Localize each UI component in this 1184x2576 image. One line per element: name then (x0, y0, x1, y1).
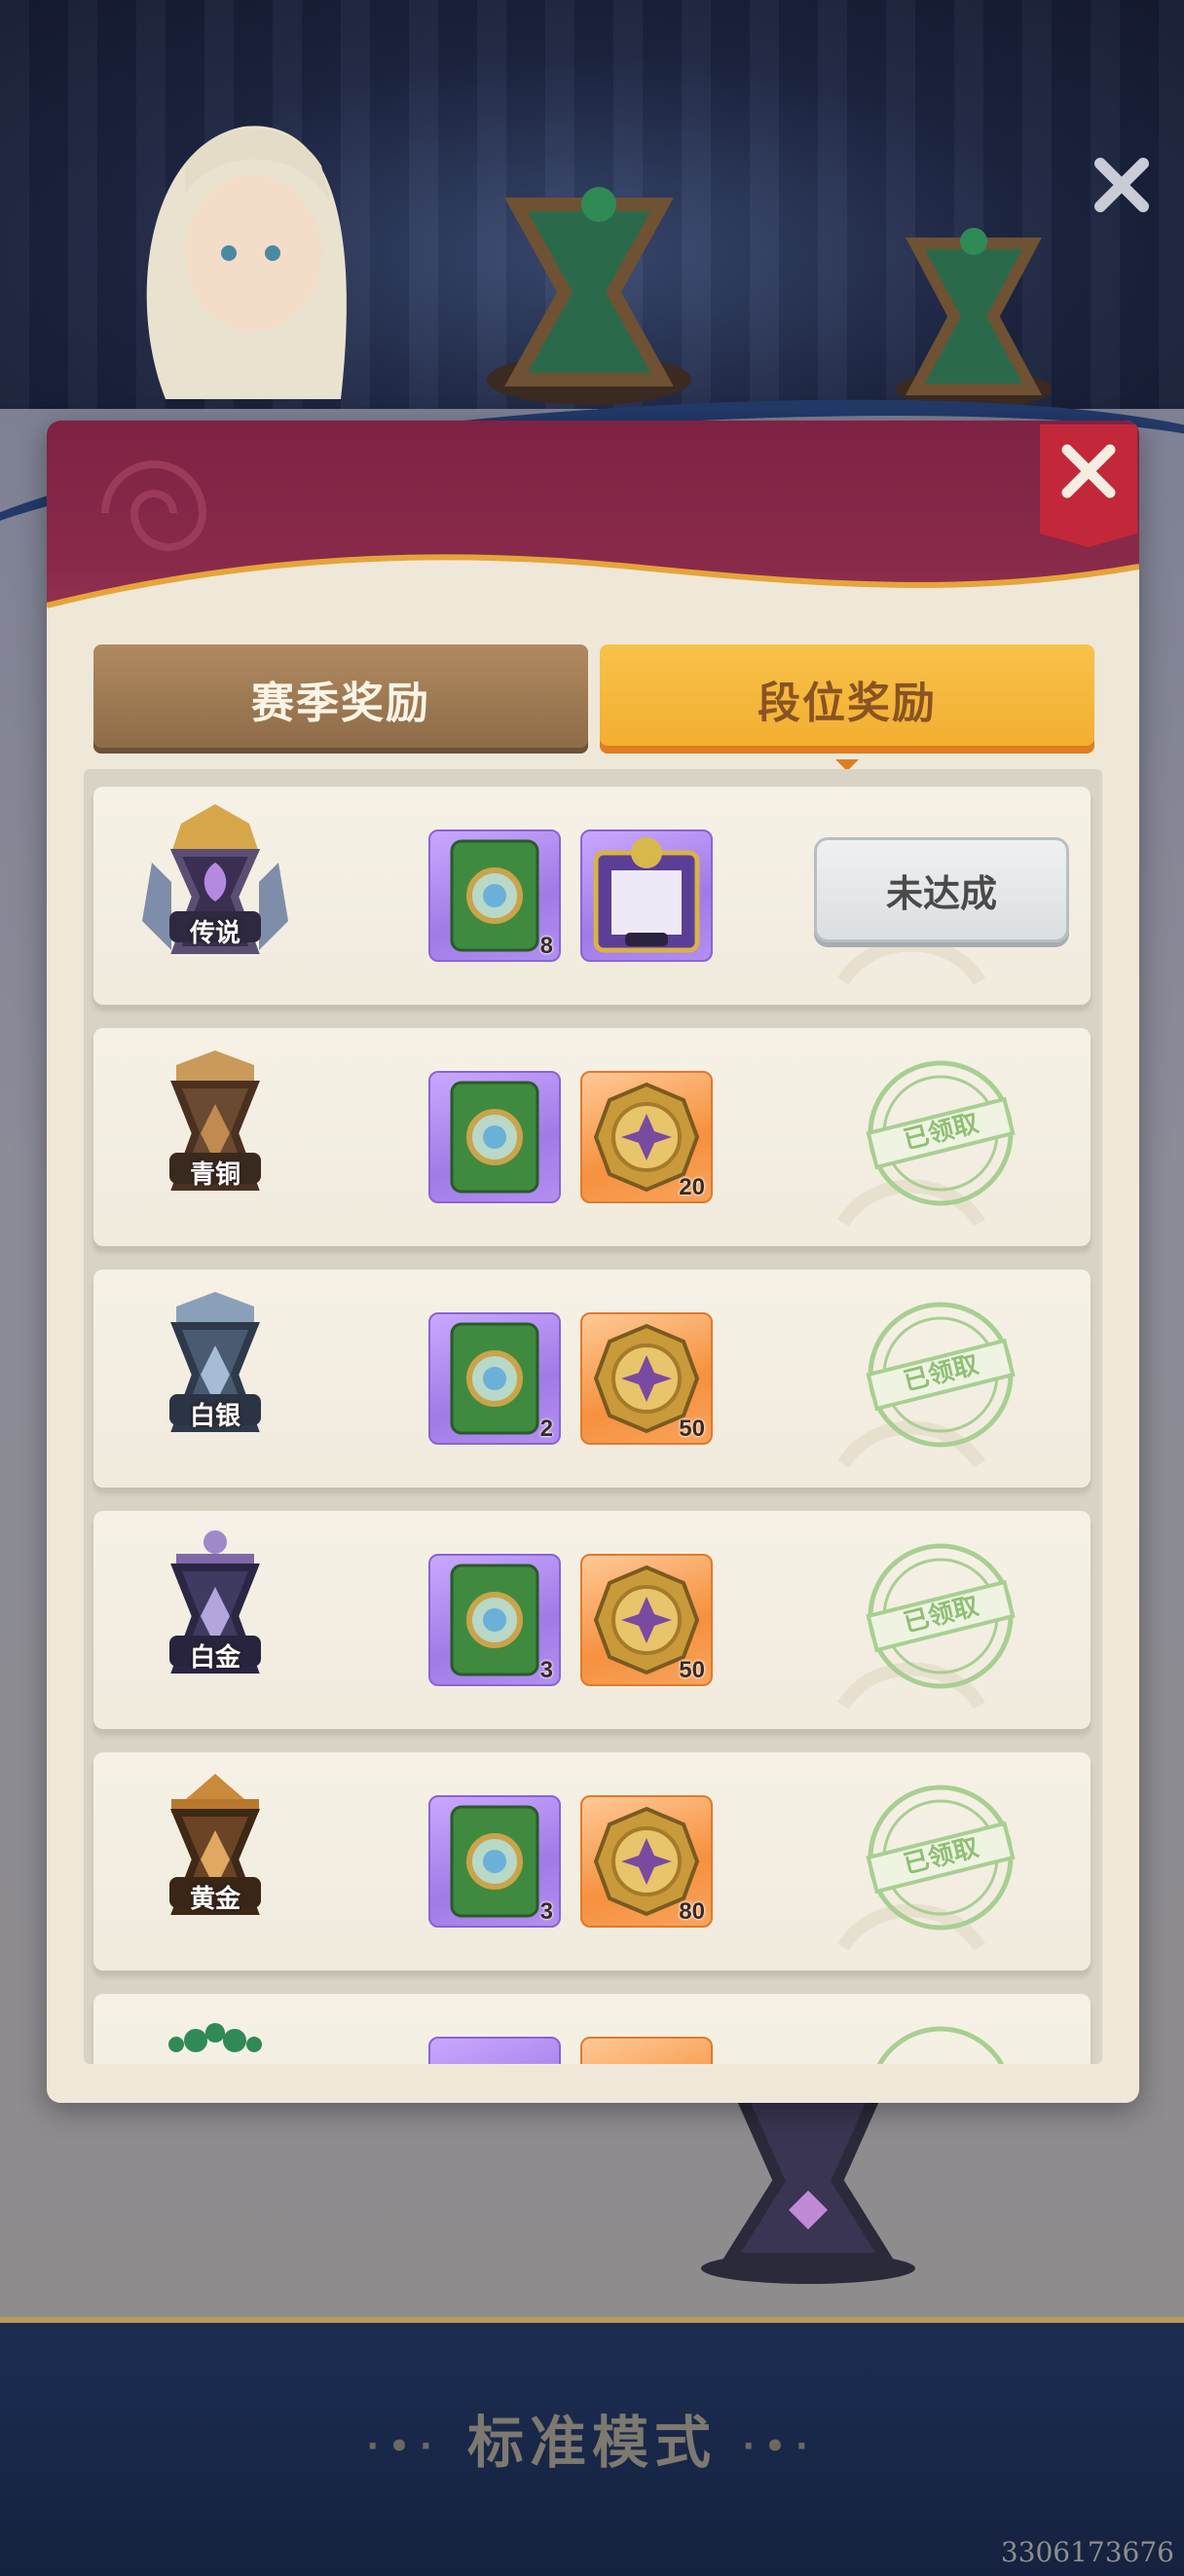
background-close-button[interactable] (1083, 146, 1161, 224)
rank-badge: 白金 (132, 1528, 298, 1694)
list-item (93, 1994, 1091, 2064)
watermark: 3306173676 (1000, 2536, 1174, 2568)
reward-item-card-pack[interactable]: 8 (428, 829, 561, 962)
list-item: 白金 3 50 已领取 (93, 1511, 1091, 1729)
reward-item-card-pack[interactable] (428, 2037, 561, 2064)
item-count: 8 (539, 933, 553, 959)
status-not-achieved-button[interactable]: 未达成 (814, 837, 1069, 942)
rank-badge: 白银 (132, 1287, 298, 1453)
list-item: 青铜 20 已领取 (93, 1028, 1091, 1246)
hourglass-icon (487, 187, 691, 405)
hourglass-icon (701, 2093, 915, 2284)
tab-rank-rewards[interactable]: 段位奖励 (600, 644, 1094, 771)
reward-item-gold-coin[interactable] (580, 2037, 713, 2064)
rank-name: 白银 (189, 1402, 240, 1431)
rank-reward-dialog: 赛季奖励 段位奖励 传说 8 未达成 青铜 20 已领取 白银 2 50 已领取… (47, 421, 1139, 2103)
item-count: 50 (679, 1416, 705, 1442)
claimed-stamp: 已领取 (863, 1055, 1018, 1211)
reward-item-gold-coin[interactable]: 20 (580, 1071, 713, 1203)
item-count: 50 (679, 1657, 705, 1683)
rank-name: 传说 (189, 919, 240, 948)
list-item: 白银 2 50 已领取 (93, 1270, 1091, 1488)
status-label: 未达成 (885, 873, 997, 915)
close-icon (1040, 424, 1137, 547)
rank-badge: 青铜 (132, 1046, 298, 1211)
avatar-frame-icon (593, 837, 700, 953)
close-icon (1094, 158, 1149, 212)
rank-badge: 黄金 (132, 1770, 298, 1935)
character-portrait (146, 126, 347, 399)
reward-item-card-pack[interactable]: 2 (428, 1312, 561, 1445)
tab-season-label: 赛季奖励 (251, 680, 430, 727)
hourglass-icon (896, 228, 1052, 409)
dialog-header (47, 421, 1139, 635)
next-rank-icon (168, 2023, 262, 2052)
reward-item-card-pack[interactable] (428, 1071, 561, 1203)
tab-season-rewards[interactable]: 赛季奖励 (93, 644, 588, 754)
claimed-stamp: 已领取 (863, 1538, 1018, 1694)
tab-rank-label: 段位奖励 (758, 680, 937, 727)
mode-title: ·•· 标准模式 ·•· (0, 2397, 1184, 2479)
rank-badge: 传说 (132, 804, 298, 970)
rank-name: 青铜 (189, 1160, 240, 1190)
item-count: 3 (539, 1657, 553, 1683)
reward-item-gold-coin[interactable]: 80 (580, 1795, 713, 1928)
list-item: 黄金 3 80 已领取 (93, 1752, 1091, 1970)
rank-badge (132, 2011, 298, 2064)
reward-list[interactable]: 传说 8 未达成 青铜 20 已领取 白银 2 50 已领取 白金 3 50 已… (84, 769, 1102, 2064)
dialog-close-button[interactable] (1040, 424, 1137, 547)
reward-item-card-pack[interactable]: 3 (428, 1795, 561, 1928)
rank-name: 黄金 (189, 1885, 240, 1914)
item-count: 20 (679, 1174, 705, 1200)
item-count: 80 (679, 1898, 705, 1925)
item-count: 3 (539, 1898, 553, 1925)
dots-left-decoration: ·•· (366, 2426, 442, 2466)
card-pack-icon (450, 1081, 539, 1194)
list-item: 传说 8 未达成 (93, 787, 1091, 1005)
item-count: 2 (539, 1416, 553, 1442)
reward-item-avatar-frame[interactable] (580, 829, 713, 962)
reward-item-gold-coin[interactable]: 50 (580, 1312, 713, 1445)
stamp-icon (876, 2026, 1005, 2064)
rank-name: 白金 (189, 1643, 240, 1673)
mode-title-text: 标准模式 (466, 2410, 717, 2476)
dots-right-decoration: ·•· (742, 2426, 818, 2466)
reward-item-gold-coin[interactable]: 50 (580, 1554, 713, 1686)
swirl-decoration (101, 460, 207, 551)
claimed-stamp (863, 2021, 1018, 2064)
claimed-stamp: 已领取 (863, 1297, 1018, 1453)
claimed-stamp: 已领取 (863, 1780, 1018, 1935)
reward-item-card-pack[interactable]: 3 (428, 1554, 561, 1686)
